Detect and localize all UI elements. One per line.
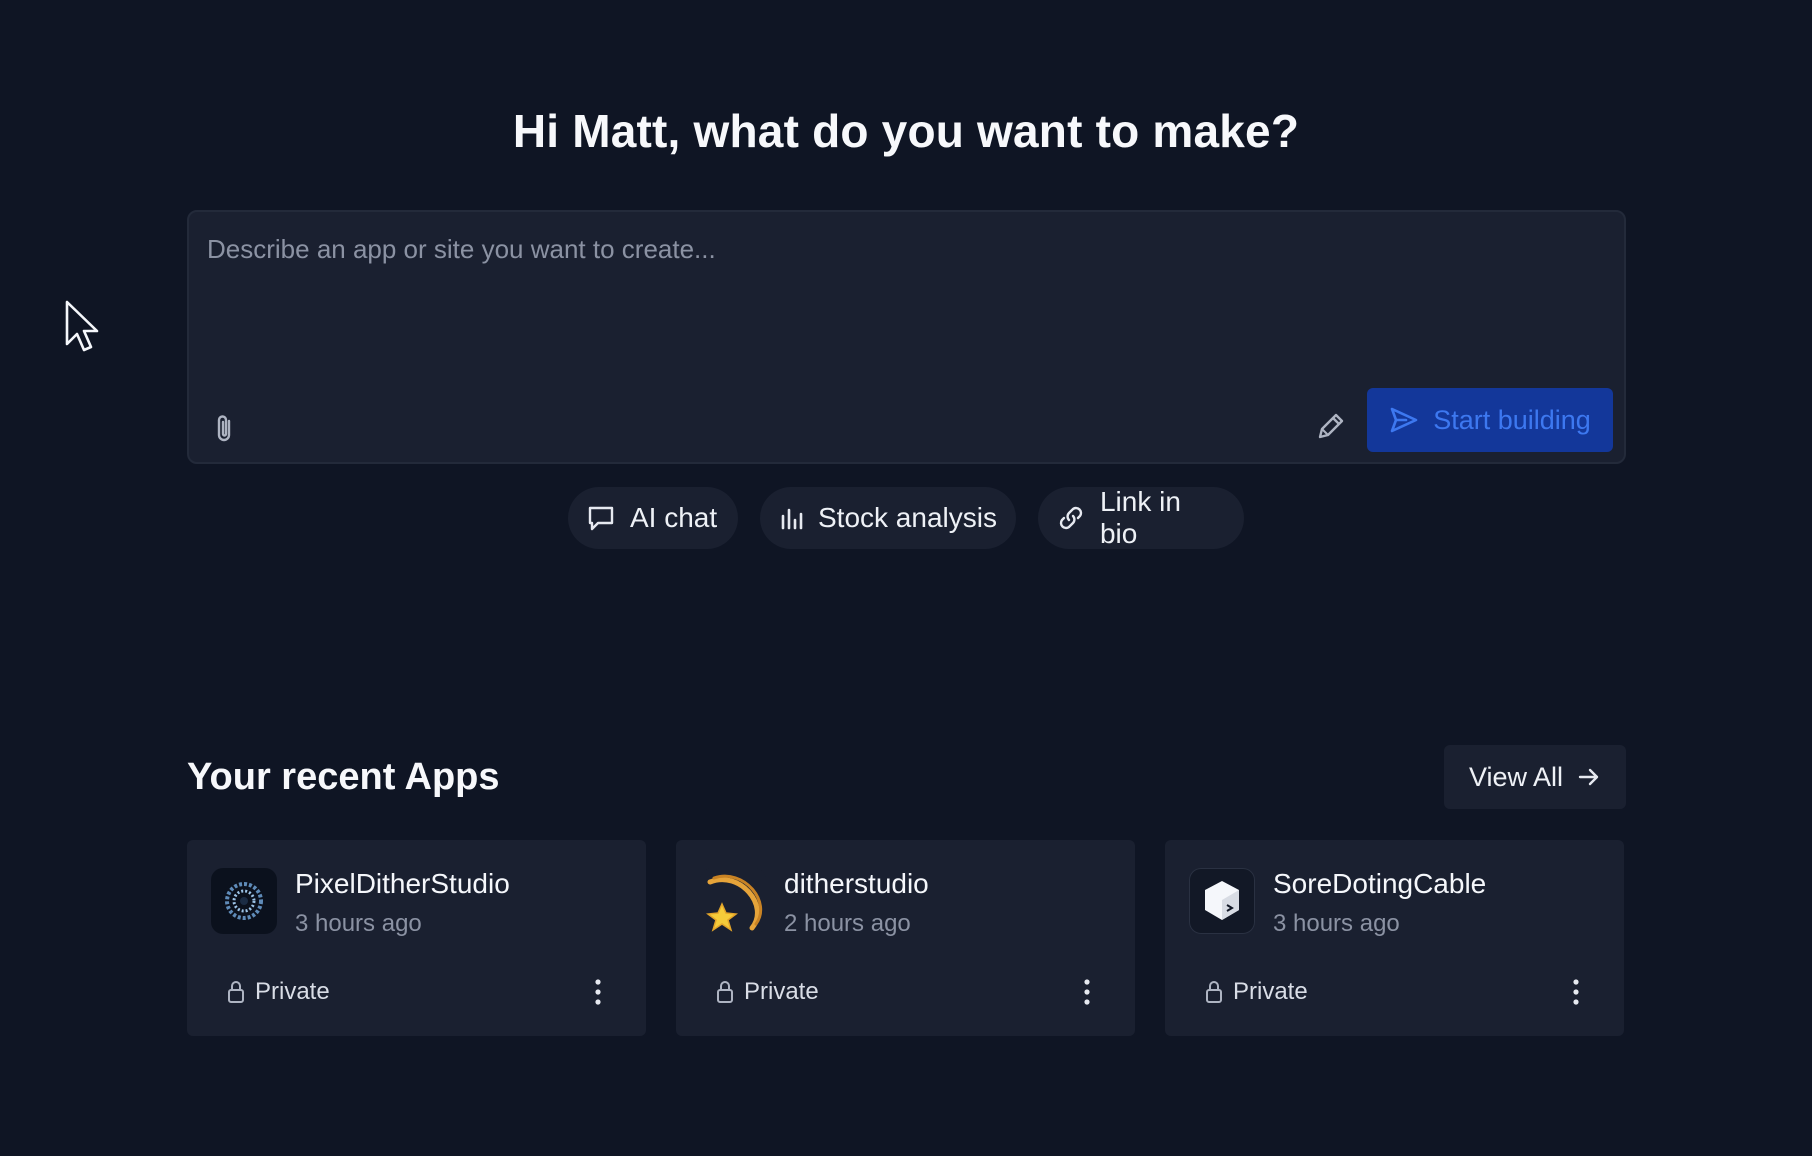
view-all-button[interactable]: View All	[1444, 745, 1626, 809]
send-icon	[1390, 407, 1418, 433]
recent-apps-list: PixelDitherStudio 3 hours ago Private di…	[187, 840, 1626, 1036]
app-card[interactable]: SoreDotingCable 3 hours ago Private	[1165, 840, 1624, 1036]
page-title: Hi Matt, what do you want to make?	[512, 105, 1300, 157]
suggestion-chips: AI chat Stock analysis Link in bio	[0, 486, 1812, 549]
kebab-menu-icon	[1084, 979, 1090, 1005]
app-name: ditherstudio	[784, 868, 929, 899]
more-options-button[interactable]	[1075, 974, 1099, 1010]
start-building-label: Start building	[1433, 404, 1591, 435]
paperclip-icon	[217, 415, 231, 442]
app-name: PixelDitherStudio	[295, 868, 510, 899]
arrow-right-icon	[1578, 768, 1599, 786]
lock-icon	[228, 981, 244, 1003]
app-updated-time: 3 hours ago	[1273, 910, 1400, 937]
visibility-status: Private	[1205, 978, 1308, 1006]
recent-apps-heading: Your recent Apps	[187, 756, 500, 798]
pen-sparkle-icon	[1318, 413, 1344, 439]
mouse-pointer-icon	[65, 300, 99, 352]
kebab-menu-icon	[1573, 979, 1579, 1005]
terminal-cube-logo	[1189, 868, 1255, 934]
prompt-composer: Start building	[187, 210, 1626, 464]
visibility-status: Private	[716, 978, 819, 1006]
view-all-label: View All	[1468, 761, 1564, 792]
start-building-button[interactable]: Start building	[1367, 388, 1613, 452]
suggestion-chip-ai-chat[interactable]: AI chat	[568, 487, 738, 549]
shooting-star-emoji	[700, 868, 766, 934]
app-home-page: Hi Matt, what do you want to make? Start…	[0, 0, 1812, 1156]
chat-bubble-icon	[588, 506, 614, 531]
more-options-button[interactable]	[1564, 974, 1588, 1010]
app-card[interactable]: ditherstudio 2 hours ago Private	[676, 840, 1135, 1036]
app-card[interactable]: PixelDitherStudio 3 hours ago Private	[187, 840, 646, 1036]
visibility-status: Private	[227, 978, 330, 1006]
visibility-label: Private	[1233, 978, 1308, 1005]
edit-prompt-button[interactable]	[1307, 402, 1355, 450]
app-name: SoreDotingCable	[1273, 868, 1487, 899]
kebab-menu-icon	[595, 979, 601, 1005]
suggestion-chip-link-in-bio[interactable]: Link in bio	[1038, 486, 1244, 549]
app-updated-time: 3 hours ago	[295, 910, 422, 937]
link-icon	[1059, 506, 1083, 530]
bar-chart-icon	[781, 508, 803, 530]
pixel-dither-logo	[211, 868, 277, 934]
lock-icon	[717, 981, 733, 1003]
chip-label: AI chat	[630, 502, 718, 533]
suggestion-chip-stock-analysis[interactable]: Stock analysis	[760, 487, 1016, 549]
chip-label: Link in bio	[1099, 486, 1181, 549]
chip-label: Stock analysis	[818, 502, 997, 533]
lock-icon	[1206, 981, 1222, 1003]
attach-file-button[interactable]	[209, 412, 241, 446]
app-updated-time: 2 hours ago	[784, 910, 911, 937]
prompt-input[interactable]	[207, 234, 1587, 354]
visibility-label: Private	[255, 978, 330, 1005]
visibility-label: Private	[744, 978, 819, 1005]
more-options-button[interactable]	[586, 974, 610, 1010]
